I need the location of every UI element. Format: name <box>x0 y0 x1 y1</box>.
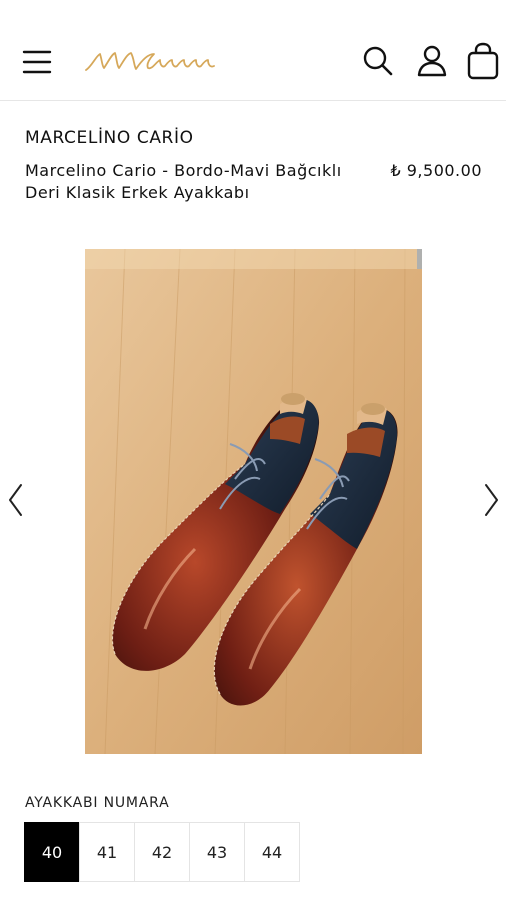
size-option-42[interactable]: 42 <box>134 822 190 882</box>
hamburger-menu-icon[interactable] <box>22 46 54 78</box>
size-option-41[interactable]: 41 <box>79 822 135 882</box>
product-image[interactable] <box>85 248 422 755</box>
size-options: 40 41 42 43 44 <box>24 822 300 882</box>
product-brand: MARCELİNO CARİO <box>25 128 194 148</box>
product-title: Marcelino Cario - Bordo-Mavi Bağcıklı De… <box>25 161 342 202</box>
product-price: ₺ 9,500.00 <box>390 161 482 180</box>
chevron-right-icon[interactable] <box>481 482 501 518</box>
site-header <box>0 0 506 101</box>
user-icon[interactable] <box>416 44 448 78</box>
size-option-43[interactable]: 43 <box>189 822 245 882</box>
size-option-44[interactable]: 44 <box>244 822 300 882</box>
size-selector-label: AYAKKABI NUMARA <box>25 795 170 811</box>
chevron-left-icon[interactable] <box>6 482 26 518</box>
search-icon[interactable] <box>362 44 394 78</box>
product-gallery <box>0 246 506 756</box>
size-option-40[interactable]: 40 <box>24 822 80 882</box>
brand-logo[interactable] <box>84 48 216 76</box>
shopping-bag-icon[interactable] <box>466 42 500 80</box>
